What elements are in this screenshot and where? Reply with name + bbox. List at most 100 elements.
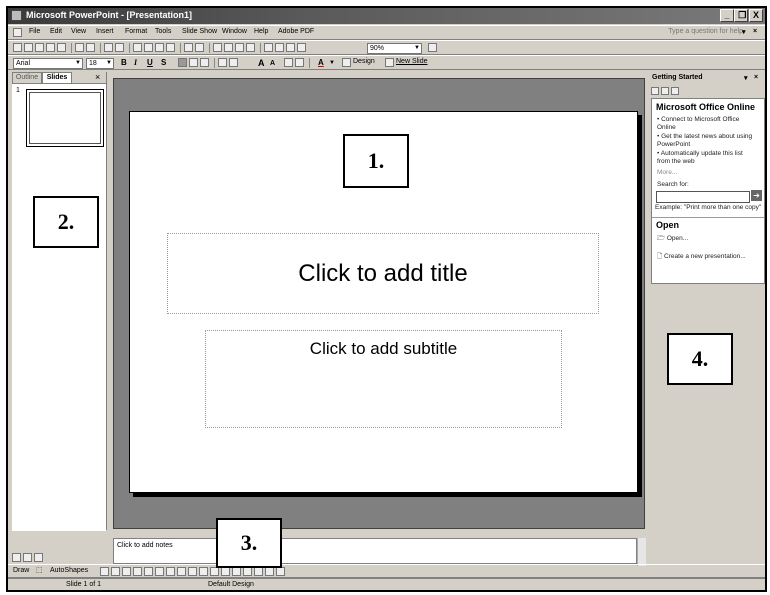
chevron-down-icon[interactable]: ▼: [329, 60, 335, 66]
3d-style-icon[interactable]: [276, 567, 285, 576]
search-go-icon[interactable]: ➔: [751, 190, 762, 201]
insert-table-icon[interactable]: [224, 43, 233, 52]
help-icon[interactable]: [428, 43, 437, 52]
notes-scrollbar[interactable]: [637, 538, 646, 566]
insert-hyperlink-icon[interactable]: [246, 43, 255, 52]
open-link[interactable]: 🗁 Open...: [657, 235, 688, 243]
save-icon[interactable]: [35, 43, 44, 52]
tab-outline[interactable]: Outline: [12, 72, 42, 83]
tables-borders-icon[interactable]: [235, 43, 244, 52]
slide-sorter-view-icon[interactable]: [23, 553, 32, 562]
task-pane-list-item[interactable]: • Connect to Microsoft Office Online: [657, 116, 757, 132]
shadow-style-icon[interactable]: [265, 567, 274, 576]
new-slide-icon[interactable]: [385, 58, 394, 67]
create-presentation-link[interactable]: 🗋 Create a new presentation...: [657, 253, 746, 261]
print-icon[interactable]: [75, 43, 84, 52]
redo-icon[interactable]: [195, 43, 204, 52]
slide-thumbnail[interactable]: [26, 89, 104, 147]
auto-update-link[interactable]: Automatically update this list from the …: [657, 150, 743, 165]
maximize-button[interactable]: ❐: [734, 9, 748, 22]
permission-icon[interactable]: [46, 43, 55, 52]
home-icon[interactable]: [671, 87, 679, 95]
menu-help[interactable]: Help: [254, 28, 268, 35]
menu-format[interactable]: Format: [125, 28, 147, 35]
font-select[interactable]: Arial ▼: [13, 58, 83, 69]
oval-icon[interactable]: [133, 567, 142, 576]
align-left-icon[interactable]: [178, 58, 187, 67]
undo-icon[interactable]: [184, 43, 193, 52]
menu-edit[interactable]: Edit: [50, 28, 62, 35]
underline-button[interactable]: U: [147, 58, 153, 67]
latest-news-link[interactable]: Get the latest news about using PowerPoi…: [657, 133, 752, 148]
powerpoint-app-icon[interactable]: [11, 10, 22, 21]
menu-window[interactable]: Window: [222, 28, 247, 35]
increase-indent-icon[interactable]: [295, 58, 304, 67]
arrow-style-icon[interactable]: [254, 567, 263, 576]
menu-slide-show[interactable]: Slide Show: [182, 28, 217, 35]
zoom-select[interactable]: 90% ▼: [367, 43, 422, 54]
print-preview-icon[interactable]: [86, 43, 95, 52]
document-close-icon[interactable]: ×: [753, 28, 757, 35]
align-right-icon[interactable]: [200, 58, 209, 67]
arrow-icon[interactable]: [111, 567, 120, 576]
design-icon[interactable]: [342, 58, 351, 67]
pane-close-icon[interactable]: ×: [95, 72, 100, 82]
title-bar[interactable]: Microsoft PowerPoint - [Presentation1] _…: [8, 8, 765, 24]
subtitle-placeholder[interactable]: Click to add subtitle: [205, 330, 562, 428]
center-icon[interactable]: [189, 58, 198, 67]
clip-art-icon[interactable]: [177, 567, 186, 576]
decrease-font-size-button[interactable]: A: [270, 60, 275, 67]
close-button[interactable]: X: [749, 9, 763, 22]
insert-chart-icon[interactable]: [213, 43, 222, 52]
line-style-icon[interactable]: [232, 567, 241, 576]
document-icon[interactable]: [13, 28, 22, 37]
expand-all-icon[interactable]: [264, 43, 273, 52]
font-color-icon[interactable]: [221, 567, 230, 576]
title-placeholder[interactable]: Click to add title: [167, 233, 599, 314]
slide-show-icon[interactable]: [34, 553, 43, 562]
menu-file[interactable]: File: [29, 28, 40, 35]
copy-icon[interactable]: [144, 43, 153, 52]
email-icon[interactable]: [57, 43, 66, 52]
line-color-icon[interactable]: [210, 567, 219, 576]
shadow-button[interactable]: S: [161, 58, 166, 67]
numbering-icon[interactable]: [218, 58, 227, 67]
color-grayscale-icon[interactable]: [297, 43, 306, 52]
paste-icon[interactable]: [155, 43, 164, 52]
dash-style-icon[interactable]: [243, 567, 252, 576]
font-color-button[interactable]: A: [318, 58, 324, 67]
diagram-icon[interactable]: [166, 567, 175, 576]
show-grid-icon[interactable]: [286, 43, 295, 52]
fill-color-icon[interactable]: [199, 567, 208, 576]
design-button[interactable]: Design: [353, 58, 375, 65]
increase-font-size-button[interactable]: A: [258, 58, 265, 68]
format-painter-icon[interactable]: [166, 43, 175, 52]
font-size-select[interactable]: 18 ▼: [86, 58, 114, 69]
more-link[interactable]: More...: [657, 169, 677, 177]
ask-question-box[interactable]: Type a question for help: [668, 28, 743, 35]
tab-slides[interactable]: Slides: [42, 72, 72, 83]
bullets-icon[interactable]: [229, 58, 238, 67]
spelling-icon[interactable]: [104, 43, 113, 52]
bold-button[interactable]: B: [121, 58, 127, 67]
rectangle-icon[interactable]: [122, 567, 131, 576]
text-box-icon[interactable]: [144, 567, 153, 576]
search-input[interactable]: [656, 191, 750, 203]
autoshapes-menu[interactable]: AutoShapes: [50, 567, 88, 574]
select-objects-icon[interactable]: ⬚: [36, 566, 43, 574]
menu-tools[interactable]: Tools: [155, 28, 171, 35]
open-icon[interactable]: [24, 43, 33, 52]
new-slide-button[interactable]: New Slide: [396, 58, 428, 65]
ask-dropdown-icon[interactable]: ▾: [742, 28, 746, 36]
draw-menu[interactable]: Draw: [13, 567, 29, 574]
show-formatting-icon[interactable]: [275, 43, 284, 52]
menu-view[interactable]: View: [71, 28, 86, 35]
notes-pane[interactable]: Click to add notes: [113, 538, 637, 564]
cut-icon[interactable]: [133, 43, 142, 52]
task-pane-menu-icon[interactable]: ▾: [744, 74, 748, 82]
task-pane-list-item[interactable]: • Automatically update this list from th…: [657, 150, 757, 166]
new-icon[interactable]: [13, 43, 22, 52]
task-pane-close-icon[interactable]: ×: [754, 74, 758, 81]
picture-icon[interactable]: [188, 567, 197, 576]
decrease-indent-icon[interactable]: [284, 58, 293, 67]
